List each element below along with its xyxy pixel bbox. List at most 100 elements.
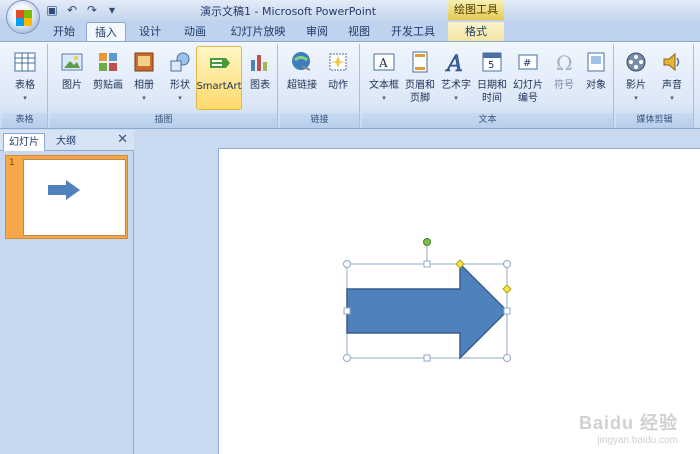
photo-album-dropdown-caret: ▾ — [142, 94, 146, 102]
smartart-button[interactable]: SmartArt — [196, 46, 242, 110]
slide-number-icon: # — [518, 54, 538, 70]
symbol-icon: Ω — [556, 51, 573, 74]
object-icon — [587, 52, 605, 72]
resize-handle-bottom[interactable] — [423, 354, 431, 362]
tab-insert[interactable]: 插入 — [86, 22, 126, 41]
tab-developer[interactable]: 开发工具 — [384, 22, 442, 41]
tab-review[interactable]: 审阅 — [298, 22, 336, 41]
group-media-label: 媒体剪辑 — [616, 113, 693, 128]
adjust-handle-2[interactable] — [502, 284, 512, 294]
ribbon: 表格 ▾ 表格 图片 剪贴画 相册 ▾ 形状 ▾ SmartArt 图表 插图 … — [0, 41, 700, 129]
movie-icon — [626, 52, 646, 72]
sound-button[interactable]: 声音 ▾ — [654, 46, 690, 110]
movie-dropdown-caret: ▾ — [634, 94, 638, 102]
right-arrow-shape[interactable] — [346, 262, 509, 360]
shapes-dropdown-caret: ▾ — [178, 94, 182, 102]
thumbnail-arrow-icon — [48, 180, 80, 200]
sound-button-label: 声音 — [662, 80, 682, 91]
svg-text:5: 5 — [488, 60, 494, 71]
panel-tab-slides[interactable]: 幻灯片 — [3, 133, 45, 151]
table-button-label: 表格 — [15, 80, 35, 91]
watermark-logo: Baidu 经验 — [578, 413, 678, 433]
ribbon-tabs: 开始 插入 设计 动画 幻灯片放映 审阅 视图 开发工具 格式 — [0, 20, 700, 41]
object-button[interactable]: 对象 — [578, 46, 614, 110]
action-button-label: 动作 — [328, 80, 348, 91]
svg-text:#: # — [523, 58, 531, 69]
resize-handle-top[interactable] — [423, 260, 431, 268]
photo-album-button[interactable]: 相册 ▾ — [126, 46, 162, 110]
datetime-button[interactable]: 5 日期和 时间 — [474, 46, 510, 110]
textbox-button[interactable]: A 文本框 ▾ — [366, 46, 402, 110]
tab-view[interactable]: 视图 — [340, 22, 378, 41]
clipart-button[interactable]: 剪贴画 — [90, 46, 126, 110]
group-illustrations-label: 插图 — [50, 113, 277, 128]
group-text-label: 文本 — [362, 113, 613, 128]
drawing-tools-context-label: 绘图工具 — [448, 0, 504, 20]
slide-number-button[interactable]: # 幻灯片 编号 — [510, 46, 546, 110]
action-icon — [329, 53, 347, 71]
slide-thumbnail[interactable] — [23, 159, 126, 236]
wordart-button[interactable]: A 艺术字 ▾ — [438, 46, 474, 110]
smartart-icon — [210, 58, 230, 68]
slide-thumbnail-selected[interactable]: 1 — [5, 155, 128, 239]
picture-icon — [61, 53, 83, 71]
group-links: 超链接 动作 链接 — [280, 44, 360, 128]
baidu-watermark: Baidu 经验 jingyan.baidu.com — [579, 409, 678, 446]
tab-animation[interactable]: 动画 — [175, 22, 215, 41]
tab-design[interactable]: 设计 — [130, 22, 170, 41]
customize-icon[interactable]: ▾ — [104, 3, 120, 18]
resize-handle-bottom-left[interactable] — [343, 354, 351, 362]
group-illustrations: 图片 剪贴画 相册 ▾ 形状 ▾ SmartArt 图表 插图 — [50, 44, 278, 128]
chart-button[interactable]: 图表 — [242, 46, 278, 110]
chart-icon — [251, 55, 267, 71]
shapes-icon — [170, 52, 190, 72]
powerpoint-window: ▣ ↶ ↷ ▾ 演示文稿1 - Microsoft PowerPoint 绘图工… — [0, 0, 700, 454]
office-button[interactable] — [6, 0, 40, 34]
sound-icon — [663, 52, 680, 72]
group-media: 影片 ▾ 声音 ▾ 媒体剪辑 — [616, 44, 694, 128]
table-icon — [14, 52, 36, 72]
header-footer-icon — [412, 51, 428, 73]
wordart-dropdown-caret: ▾ — [454, 94, 458, 102]
object-button-label: 对象 — [586, 80, 606, 91]
table-button[interactable]: 表格 ▾ — [7, 46, 43, 110]
quick-access-toolbar: ▣ ↶ ↷ ▾ — [44, 2, 120, 18]
tab-slideshow[interactable]: 幻灯片放映 — [222, 22, 294, 41]
textbox-icon: A — [373, 53, 395, 71]
title-bar: ▣ ↶ ↷ ▾ 演示文稿1 - Microsoft PowerPoint 绘图工… — [0, 0, 700, 34]
tab-home[interactable]: 开始 — [44, 22, 84, 41]
slide-number: 1 — [9, 158, 15, 168]
resize-handle-left[interactable] — [343, 307, 351, 315]
window-title: 演示文稿1 - Microsoft PowerPoint — [200, 5, 377, 18]
resize-handle-top-right[interactable] — [503, 260, 511, 268]
redo-icon[interactable]: ↷ — [84, 3, 100, 18]
resize-handle-top-left[interactable] — [343, 260, 351, 268]
shapes-button[interactable]: 形状 ▾ — [162, 46, 198, 110]
chart-button-label: 图表 — [250, 80, 270, 91]
tab-format[interactable]: 格式 — [448, 22, 504, 41]
resize-handle-bottom-right[interactable] — [503, 354, 511, 362]
close-icon[interactable]: ✕ — [117, 132, 128, 147]
svg-text:A: A — [445, 52, 463, 74]
table-dropdown-caret: ▾ — [23, 94, 27, 102]
save-icon[interactable]: ▣ — [44, 3, 60, 18]
action-button[interactable]: 动作 — [320, 46, 356, 110]
group-text: A 文本框 ▾ 页眉和 页脚 A 艺术字 ▾ 5 日期和 时间 # 幻灯片 编号… — [362, 44, 614, 128]
resize-handle-right[interactable] — [503, 307, 511, 315]
hyperlink-button[interactable]: 超链接 — [284, 46, 320, 110]
hyperlink-icon — [292, 52, 311, 71]
header-footer-button[interactable]: 页眉和 页脚 — [402, 46, 438, 110]
svg-text:A: A — [378, 56, 388, 70]
panel-tab-outline[interactable]: 大纲 — [47, 133, 85, 151]
undo-icon[interactable]: ↶ — [64, 3, 80, 18]
office-logo-icon — [16, 10, 32, 26]
movie-button[interactable]: 影片 ▾ — [618, 46, 654, 110]
group-links-label: 链接 — [280, 113, 359, 128]
symbol-button[interactable]: Ω 符号 — [546, 46, 582, 110]
picture-button[interactable]: 图片 — [54, 46, 90, 110]
panel-tabs: 幻灯片 大纲 ✕ — [0, 130, 134, 151]
clipart-icon — [99, 53, 117, 71]
svg-text:Ω: Ω — [556, 51, 573, 74]
sound-dropdown-caret: ▾ — [670, 94, 674, 102]
rotate-handle[interactable] — [423, 238, 431, 246]
